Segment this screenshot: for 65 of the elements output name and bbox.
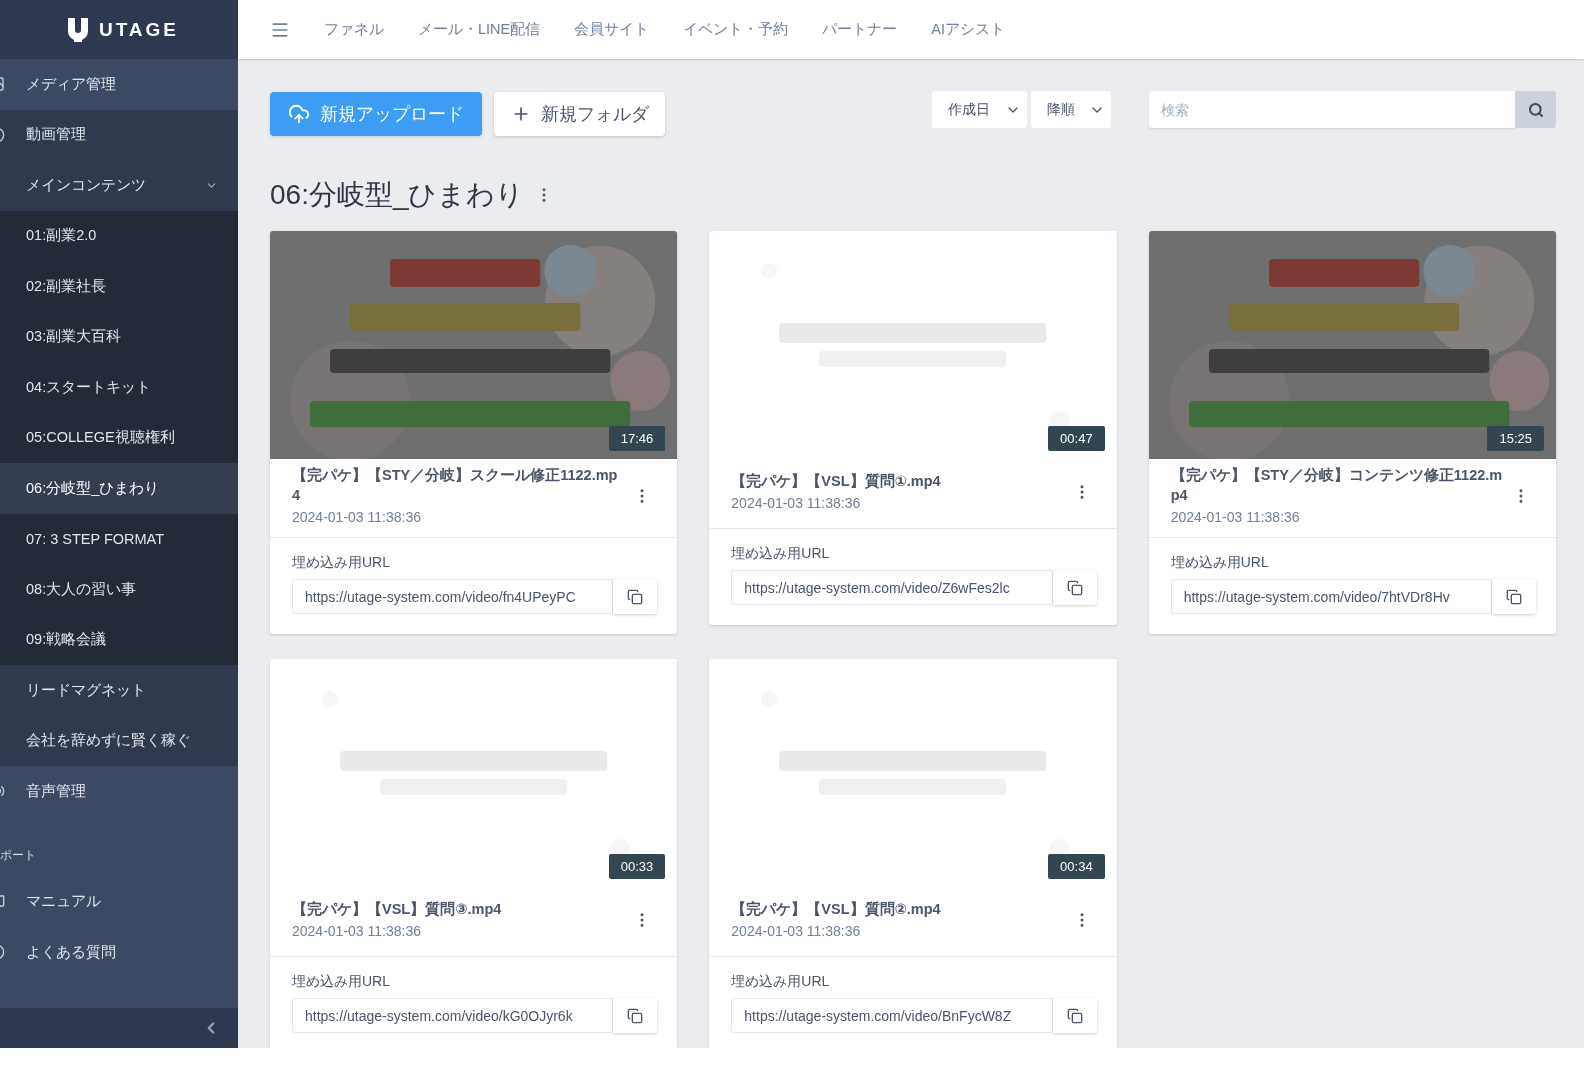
sidebar-item[interactable]: 04:スタートキット: [0, 362, 238, 413]
sidebar-item[interactable]: 09:戦略会議: [0, 614, 238, 665]
url-label: 埋め込み用URL: [731, 545, 831, 563]
url-label: 埋め込み用URL: [731, 973, 831, 991]
duration-badge: 17:46: [608, 426, 666, 451]
search-icon: [1527, 101, 1544, 118]
duration-badge: 15:25: [1487, 426, 1544, 451]
copy-button[interactable]: [1492, 579, 1536, 614]
url-label: 埋め込み用URL: [1170, 554, 1270, 572]
file-name: 【完パケ】【VSL】質問②.mp4: [731, 899, 942, 919]
copy-button[interactable]: [1052, 998, 1097, 1033]
sidebar-item[interactable]: 05:COLLEGE視聴権利: [0, 412, 238, 463]
sort-field-select[interactable]: 作成日: [932, 91, 1027, 128]
file-name: 【完パケ】【STY／分岐】コンテンツ修正1122.mp4: [1170, 466, 1504, 505]
search-button[interactable]: [1515, 91, 1556, 128]
sidebar-item[interactable]: 03:副業大百科: [0, 311, 238, 362]
logo-text: UTAGE: [98, 18, 180, 41]
duration-badge: 00:47: [1048, 426, 1105, 451]
search-field[interactable]: 検索: [1149, 91, 1515, 128]
nav-link[interactable]: イベント・予約: [683, 20, 789, 39]
url-field[interactable]: https://utage-system.com/video/kG0OJyr6k: [292, 998, 614, 1033]
new-folder-button[interactable]: 新規フォルダ: [494, 92, 665, 136]
copy-button[interactable]: [613, 579, 658, 614]
upload-date: 2024-01-03 11:38:36: [1170, 508, 1301, 527]
url-label: 埋め込み用URL: [292, 554, 391, 572]
upload-date: 2024-01-03 11:38:36: [292, 508, 422, 527]
copy-button[interactable]: [1052, 570, 1097, 605]
upload-date: 2024-01-03 11:38:36: [292, 921, 422, 941]
url-field[interactable]: https://utage-system.com/video/7htVDr8Hv: [1170, 579, 1492, 614]
url-field[interactable]: https://utage-system.com/video/fn4UPeyPC: [292, 579, 614, 614]
folder-title: 06:分岐型_ひまわり: [270, 178, 525, 212]
sidebar-item[interactable]: 06:分岐型_ひまわり: [0, 463, 238, 514]
duration-badge: 00:34: [1048, 854, 1105, 879]
upload-date: 2024-01-03 11:38:36: [731, 493, 862, 513]
section-label: ポート: [0, 846, 37, 864]
duration-badge: 00:33: [608, 854, 666, 879]
file-name: 【完パケ】【VSL】質問①.mp4: [731, 471, 942, 491]
sidebar-item[interactable]: メインコンテンツ: [0, 160, 238, 211]
sidebar-item[interactable]: 07: 3 STEP FORMAT: [0, 513, 238, 564]
copy-icon: [627, 588, 644, 605]
sidebar-item[interactable]: 08:大人の習い事: [0, 564, 238, 615]
copy-icon: [627, 1007, 644, 1024]
file-name: 【完パケ】【STY／分岐】スクール修正1122.mp4: [292, 466, 619, 505]
url-field[interactable]: https://utage-system.com/video/BnFycW8Z: [731, 998, 1053, 1033]
url-field[interactable]: https://utage-system.com/video/Z6wFes2lc: [731, 570, 1053, 605]
file-name: 【完パケ】【VSL】質問③.mp4: [292, 899, 503, 919]
sidebar-item[interactable]: 動画管理: [0, 109, 238, 160]
nav-link[interactable]: パートナー: [822, 20, 898, 39]
sidebar-item[interactable]: リードマグネット: [0, 665, 238, 716]
sort-order-select[interactable]: 降順: [1031, 91, 1111, 128]
sidebar-item[interactable]: 会社を辞めずに賢く稼ぐ: [0, 715, 238, 766]
nav-link[interactable]: AIアシスト: [931, 20, 1005, 39]
nav-link[interactable]: 会員サイト: [574, 20, 650, 39]
logo-icon: [66, 17, 89, 42]
copy-icon: [1066, 1007, 1083, 1024]
sidebar-item[interactable]: 01:副業2.0: [0, 210, 238, 261]
url-label: 埋め込み用URL: [292, 973, 391, 991]
upload-date: 2024-01-03 11:38:36: [731, 921, 862, 941]
nav-link[interactable]: ファネル: [324, 20, 384, 39]
copy-button[interactable]: [613, 998, 658, 1033]
cloud-upload-icon: [288, 103, 310, 125]
sidebar-item[interactable]: 02:副業社長: [0, 261, 238, 312]
copy-icon: [1066, 579, 1083, 596]
copy-icon: [1506, 588, 1522, 605]
nav-link[interactable]: メール・LINE配信: [418, 20, 541, 39]
